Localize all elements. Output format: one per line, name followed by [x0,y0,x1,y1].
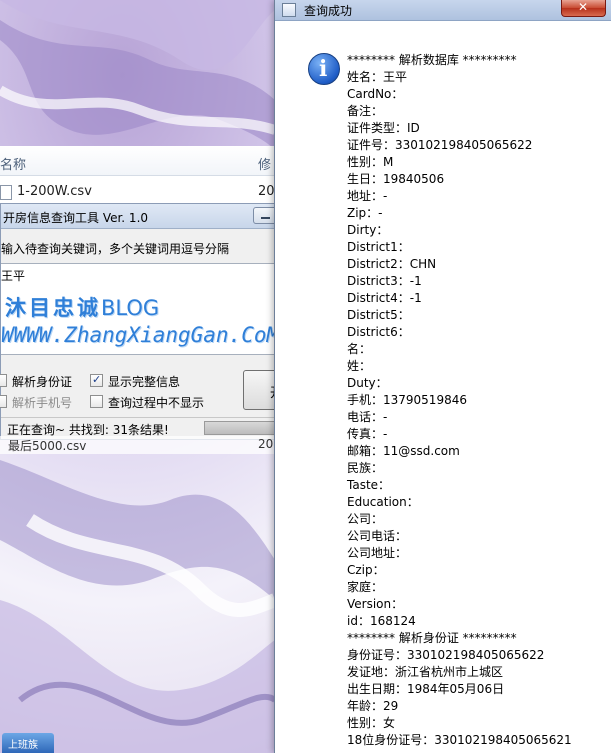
message-line: 证件类型：ID [347,121,420,135]
message-line: id：168124 [347,614,416,628]
message-line: Dirty： [347,223,389,237]
file-name: 最后5000.csv [8,439,87,453]
message-line: 手机：13790519846 [347,393,467,407]
window-icon [282,3,296,17]
message-line: District6： [347,325,410,339]
hide-process-label: 查询过程中不显示 [108,396,205,410]
message-line: 出生日期：1984年05月06日 [347,682,505,696]
message-line: 生日：19840506 [347,172,445,186]
taskbar-button-label: 上班族 [8,740,38,751]
message-line: 民族： [347,461,384,475]
query-tool-window: 开房信息查询工具 Ver. 1.0 输入待查询关键词，多个关键词用逗号分隔 王平… [0,203,283,440]
checkbox-box[interactable] [90,373,103,387]
progress-fill [205,422,279,434]
explorer-column-header: 名称 修 [0,146,282,176]
message-line: 公司地址： [347,546,408,560]
message-title: 查询成功 [304,4,353,18]
info-icon: i [308,53,340,85]
query-hint: 输入待查询关键词，多个关键词用逗号分隔 [1,242,230,256]
message-line: District5： [347,308,410,322]
message-line: Version： [347,597,404,611]
message-box: 查询成功 ✕ i ******** 解析数据库 ********* 姓名：王平 Ca… [274,0,611,753]
message-line: 电话：- [347,410,388,424]
tool-title-bar[interactable]: 开房信息查询工具 Ver. 1.0 [1,204,281,229]
message-line: 公司： [347,512,384,526]
explorer-window: 名称 修 1-200W.csv 20 [0,146,282,206]
message-line: CardNo： [347,87,404,101]
column-modified[interactable]: 修 [258,154,271,173]
message-line: Duty： [347,376,388,390]
parse-phone-label: 解析手机号 [12,396,73,410]
message-line: 公司电话： [347,529,408,543]
file-modified: 20 [258,184,275,199]
message-line: 性别：M [347,155,394,169]
checkbox-box[interactable] [0,395,7,408]
file-modified: 20 [258,437,274,451]
message-line: 性别：女 [347,716,396,730]
file-name: 1-200W.csv [17,184,92,199]
checkbox-box[interactable] [90,395,103,408]
message-line: 邮箱：11@ssd.com [347,444,460,458]
show-full-label: 显示完整信息 [108,375,181,389]
blog-watermark: 沐目忠诚BLOG [5,292,159,322]
csv-file-icon [0,185,12,200]
message-line: 备注： [347,104,384,118]
message-title-bar[interactable]: 查询成功 ✕ [275,0,611,21]
query-input[interactable]: 王平 沐目忠诚BLOG WWWW.ZhangXiangGan.CoM [1,263,283,355]
close-icon: ✕ [578,0,589,14]
message-line: 姓： [347,359,372,373]
message-line: 年龄：29 [347,699,399,713]
message-line: 证件号：330102198405065622 [347,138,533,152]
watermark-blog: BLOG [101,296,160,320]
progress-bar [204,421,280,435]
message-line: 18位身份证号：330102198405065621 [347,733,572,747]
message-line: District2：CHN [347,257,437,271]
message-line: Taste： [347,478,391,492]
file-row[interactable]: 最后5000.csv 20 [0,436,282,454]
query-input-value: 王平 [1,269,26,283]
message-line: District4：-1 [347,291,422,305]
message-line: Zip：- [347,206,383,220]
parse-id-label: 解析身份证 [12,375,73,389]
message-line: District3：-1 [347,274,422,288]
taskbar-button[interactable]: 上班族 [2,733,54,753]
message-line: District1： [347,240,410,254]
url-watermark: WWWW.ZhangXiangGan.CoM [1,323,280,347]
message-line: ******** 解析身份证 ********* [347,631,517,645]
column-name[interactable]: 名称 [0,154,26,173]
message-line: Education： [347,495,419,509]
watermark-cn: 沐目忠诚 [5,296,101,320]
message-line: 地址：- [347,189,388,203]
message-line: Czip： [347,563,385,577]
tool-title: 开房信息查询工具 Ver. 1.0 [3,211,149,225]
message-text: ******** 解析数据库 ********* 姓名：王平 CardNo： 备注： 证… [347,52,572,749]
message-line: 姓名：王平 [347,70,408,84]
message-line: ******** 解析数据库 ********* [347,53,517,67]
message-line: 传真：- [347,427,388,441]
close-button[interactable]: ✕ [561,0,606,17]
status-bar: 正在查询~ 共找到: 31条结果! [1,417,283,438]
message-line: 名： [347,342,372,356]
message-line: 身份证号：330102198405065622 [347,648,545,662]
checkbox-box[interactable] [0,374,7,387]
file-row[interactable]: 1-200W.csv 20 [0,182,282,202]
message-line: 发证地：浙江省杭州市上城区 [347,665,504,679]
message-line: 家庭： [347,580,384,594]
